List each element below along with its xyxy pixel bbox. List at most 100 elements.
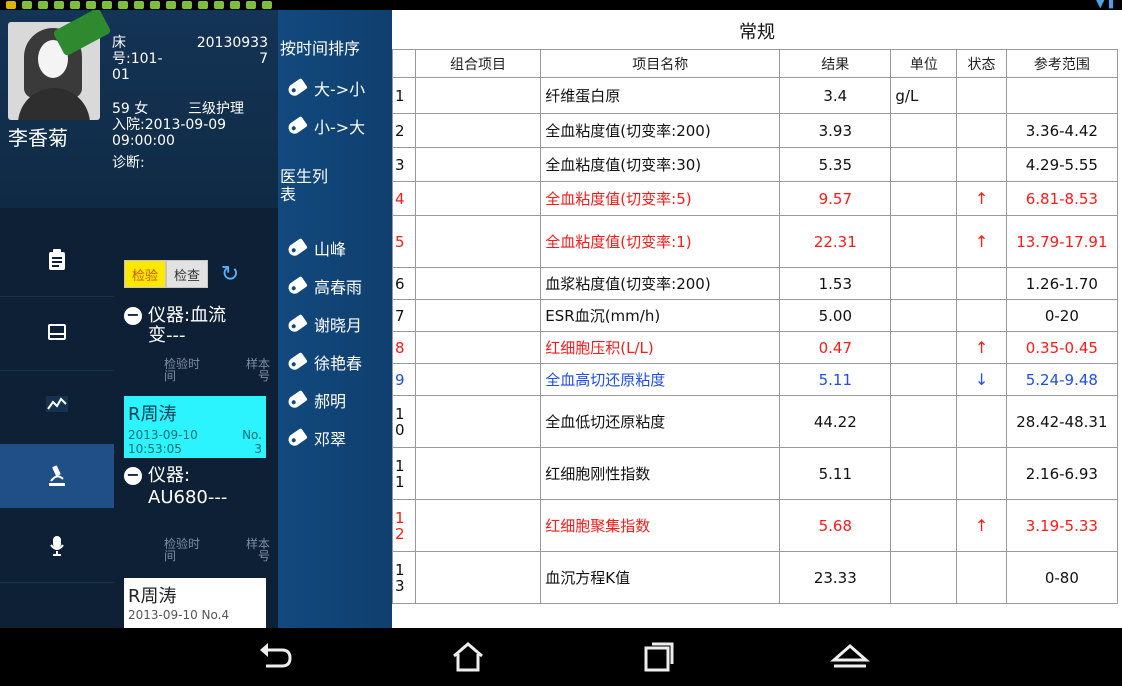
row-range: 4.29-5.55 [1005,147,1119,182]
row-index: 10 [392,395,416,448]
nav-lab-results[interactable] [0,444,114,508]
row-result: 3.93 [779,113,892,148]
table-row[interactable]: 8 红细胞压积(L/L) 0.47 ↑ 0.35-0.45 [392,331,1119,364]
row-unit [890,331,958,364]
table-row[interactable]: 1 1 红细胞刚性指数 5.11 2.16-6.93 [392,447,1119,500]
sample-item-selected[interactable]: R周涛 2013-09-10 10:53:05 No. 3 [124,396,266,458]
col-status-header: 状态 [956,49,1007,78]
table-row[interactable]: 9 全血高切还原粘度 5.11 ↓ 5.24-9.48 [392,363,1119,396]
notification-icon [182,1,192,9]
doctor-item[interactable]: 山峰 [286,236,346,260]
nav-records[interactable] [0,300,114,364]
sort-asc-button[interactable]: 小->大 [286,114,365,138]
row-range: 6.81-8.53 [1005,181,1119,216]
row-group [414,113,542,148]
doctor-item[interactable]: 高春雨 [286,274,362,298]
tab-exam[interactable]: 检查 [166,260,208,288]
row-item-name: 全血高切还原粘度 [540,363,781,396]
refresh-icon[interactable]: ↻ [216,260,244,288]
sample-item[interactable]: R周涛 2013-09-10 No.4 [124,578,266,628]
row-unit [890,147,958,182]
row-status [956,77,1007,114]
sample-datetime: 2013-09-10 No.4 [128,608,230,622]
recent-apps-button[interactable] [638,640,678,674]
microscope-icon [49,465,65,486]
row-range: 0.35-0.45 [1005,331,1119,364]
row-unit [890,299,958,332]
tag-icon [286,389,308,411]
microphone-icon [50,536,64,556]
table-row[interactable]: 6 血浆粘度值(切变率:200) 1.53 1.26-1.70 [392,267,1119,300]
row-group [414,299,542,332]
row-range: 28.42-48.31 [1005,395,1119,448]
table-row[interactable]: 1 3 血沉方程K值 23.33 0-80 [392,551,1119,604]
patient-id-tail: 7 [259,51,268,67]
notification-icon [86,1,96,9]
clipboard-icon [49,249,65,270]
row-index: 6 [392,267,416,300]
instrument-group-2[interactable]: − 仪器: [124,466,190,486]
row-item-name: 全血粘度值(切变率:200) [540,113,781,148]
row-status: ↑ [956,499,1007,552]
nav-voice[interactable] [0,514,114,578]
row-result: 5.35 [779,147,892,182]
doctor-item[interactable]: 谢晓月 [286,312,362,336]
nav-orders[interactable] [0,228,114,292]
row-item-name: 全血低切还原粘度 [540,395,781,448]
home-button[interactable] [448,640,488,674]
table-row[interactable]: 1 纤维蛋白原 3.4 g/L [392,77,1119,114]
table-row[interactable]: 5 全血粘度值(切变率:1) 22.31 ↑ 13.79-17.91 [392,215,1119,268]
row-index: 7 [392,299,416,332]
row-range: 5.24-9.48 [1005,363,1119,396]
sample-patient-name: R周涛 [128,586,177,607]
menu-button[interactable] [830,640,870,674]
row-unit [890,215,958,268]
nav-more[interactable] [0,592,114,628]
table-row[interactable]: 3 全血粘度值(切变率:30) 5.35 4.29-5.55 [392,147,1119,182]
row-status [956,147,1007,182]
results-title: 常规 [739,22,775,43]
admit-time: 09:00:00 [112,133,175,149]
row-range: 0-80 [1005,551,1119,604]
instrument-1-name-cont: 变--- [148,325,186,346]
doctor-list-title: 医生列表 [280,167,329,204]
col-result-header: 结果 [779,49,892,78]
nav-vitals[interactable] [0,372,114,436]
filter-panel: 按时间排序 大->小 小->大 医生列表 山峰 高春雨 谢晓月 徐艳春 郝明 邓翠 [278,10,392,628]
notification-icon [198,1,208,9]
tab-lab[interactable]: 检验 [124,260,166,288]
row-unit [890,499,958,552]
row-item-name: 血沉方程K值 [540,551,781,604]
care-level: 三级护理 [188,101,244,117]
col-unit-header: 单位 [890,49,958,78]
age-sex: 59 女 [112,101,149,117]
table-row[interactable]: 1 2 红细胞聚集指数 5.68 ↑ 3.19-5.33 [392,499,1119,552]
row-index: 11 [392,447,416,500]
row-status: ↑ [956,181,1007,216]
instrument-group-1[interactable]: − 仪器:血流 [124,306,226,326]
notification-icon [246,1,256,9]
row-range: 2.16-6.93 [1005,447,1119,500]
row-index: 5 [392,215,416,268]
diagnosis-label: 诊断: [112,155,145,171]
row-result: 5.68 [779,499,892,552]
patient-panel: 李香菊 床 20130933 号:101- 7 01 59 女 三级护理 入院:… [0,10,278,628]
doctor-item[interactable]: 徐艳春 [286,350,362,374]
back-button[interactable] [256,640,296,674]
notification-icon [70,1,80,9]
table-row[interactable]: 1 0 全血低切还原粘度 44.22 28.42-48.31 [392,395,1119,448]
row-item-name: 红细胞刚性指数 [540,447,781,500]
table-row[interactable]: 2 全血粘度值(切变率:200) 3.93 3.36-4.42 [392,113,1119,148]
row-group [414,77,542,114]
table-row[interactable]: 7 ESR血沉(mm/h) 5.00 0-20 [392,299,1119,332]
row-result: 23.33 [779,551,892,604]
tag-icon [286,77,308,99]
doctor-item[interactable]: 郝明 [286,388,346,412]
row-item-name: ESR血沉(mm/h) [540,299,781,332]
row-index: 9 [392,363,416,396]
table-row[interactable]: 4 全血粘度值(切变率:5) 9.57 ↑ 6.81-8.53 [392,181,1119,216]
sort-desc-button[interactable]: 大->小 [286,76,365,100]
doctor-item[interactable]: 邓翠 [286,426,346,450]
patient-card[interactable]: 李香菊 床 20130933 号:101- 7 01 59 女 三级护理 入院:… [0,10,278,208]
home-icon [453,642,483,672]
